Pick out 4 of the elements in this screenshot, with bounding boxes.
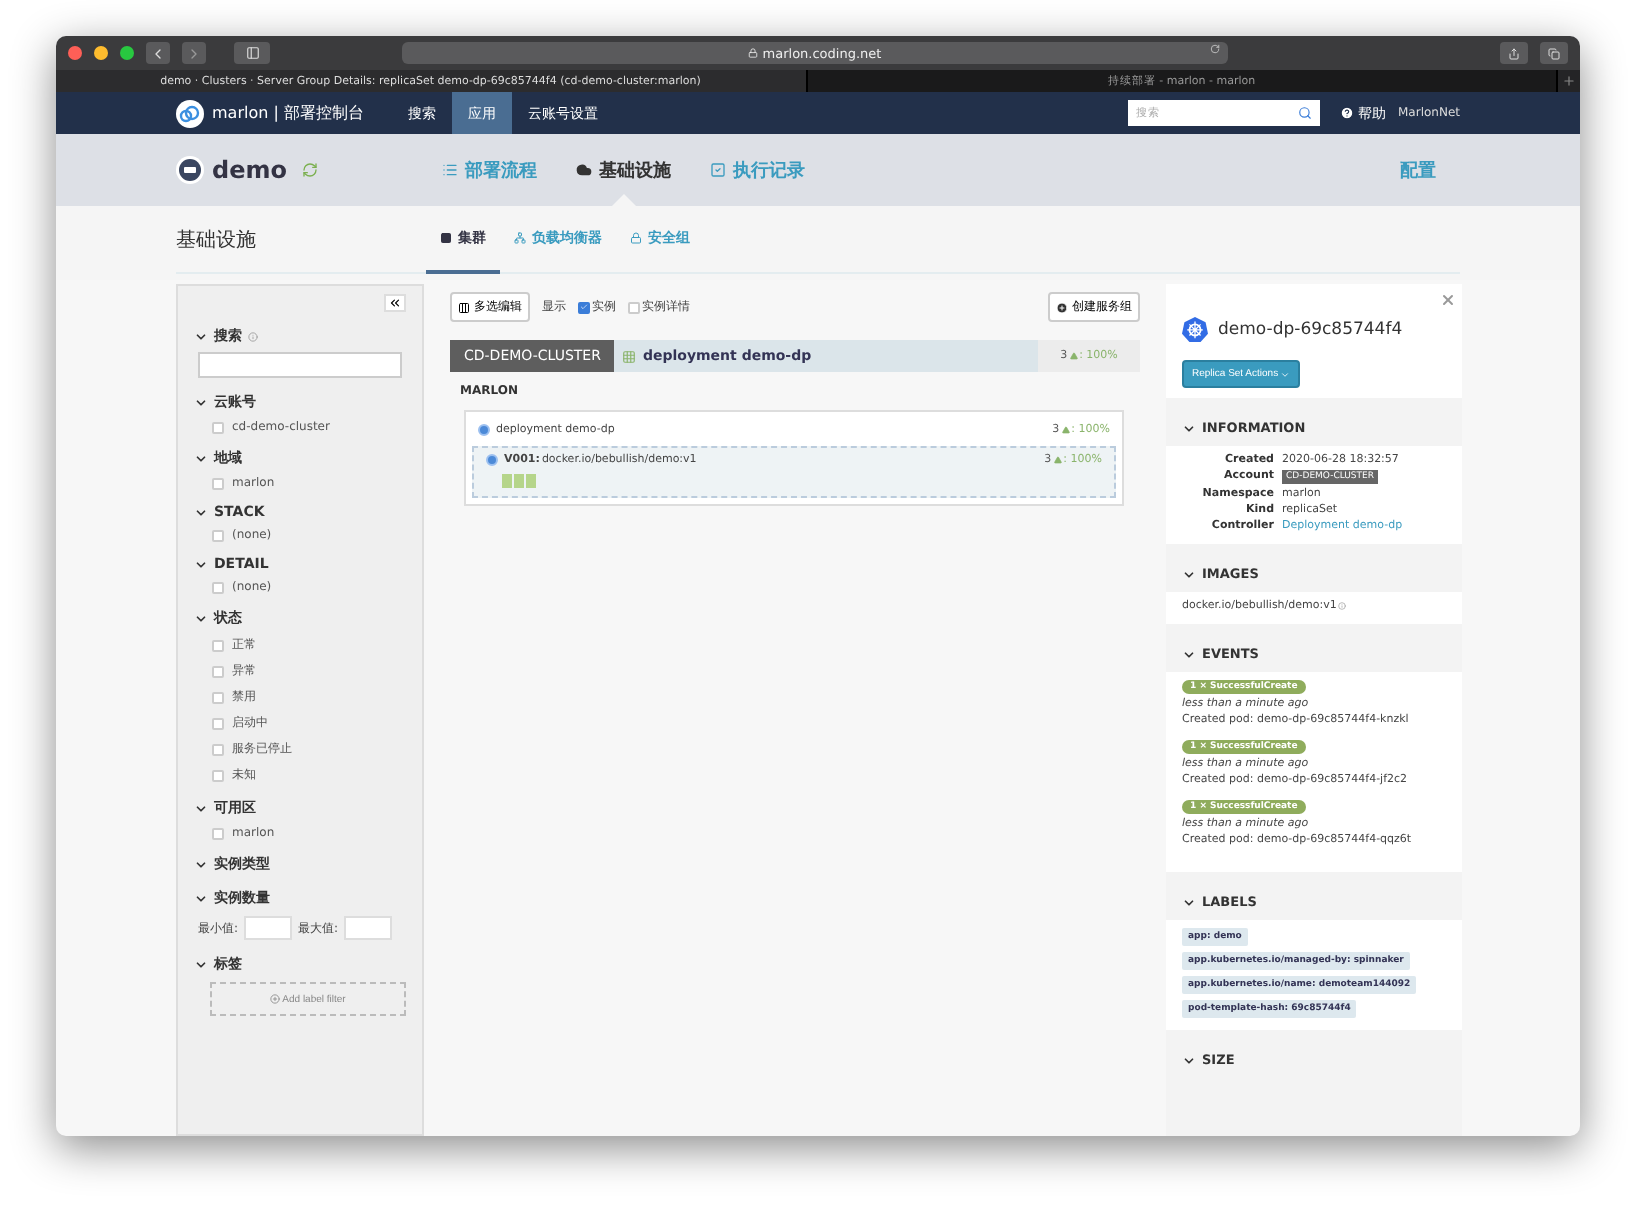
app-name: demo: [212, 156, 287, 184]
brand-title: marlon | 部署控制台: [212, 102, 364, 124]
details-title: demo-dp-69c85744f4: [1218, 319, 1403, 339]
section-title: 基础设施: [176, 227, 258, 253]
